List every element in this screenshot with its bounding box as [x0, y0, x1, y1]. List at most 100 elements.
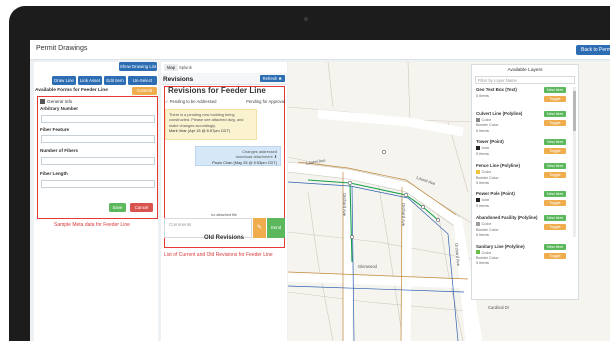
- camera-dot: [304, 17, 308, 21]
- field-label: Fiber Length: [40, 171, 68, 176]
- layer-detail-text: Color: [481, 221, 492, 227]
- layer-detail-text: Color: [481, 117, 492, 122]
- layer-icon: [476, 145, 480, 150]
- layer-detail: Color: [476, 250, 491, 255]
- parcel-line: [288, 291, 479, 313]
- layer-detail-text: 0 items: [476, 93, 489, 98]
- layer-detail: Border Color: [476, 255, 499, 260]
- scroll-thumb[interactable]: [573, 91, 576, 131]
- note-author: Mark Vear (Apr 15 @ 6:57pm CDT): [169, 128, 231, 134]
- new-item-button[interactable]: New Item: [544, 111, 566, 117]
- layer-detail: 0 items: [476, 260, 489, 265]
- available-forms-label: Available Forms for Feeder Line: [35, 88, 108, 93]
- layer-detail: 0 items: [476, 93, 489, 98]
- arbitrary-number-input[interactable]: [41, 115, 155, 123]
- new-item-button[interactable]: New Item: [544, 87, 566, 93]
- network-node: [382, 150, 386, 154]
- color-swatch-icon: [476, 169, 480, 174]
- network-node: [347, 180, 353, 186]
- road: [453, 221, 475, 341]
- attachment-label: no attached file: [211, 213, 237, 217]
- refresh-button[interactable]: Refresh ✖: [259, 75, 285, 82]
- layer-detail-text: Color: [481, 249, 492, 255]
- new-item-button[interactable]: New Item: [544, 139, 566, 146]
- toggle-button[interactable]: Toggle: [544, 252, 566, 259]
- new-item-button[interactable]: New Item: [544, 191, 566, 198]
- layer-name: Power Pole (Point): [476, 191, 515, 197]
- fiber-length-input[interactable]: [41, 180, 155, 188]
- layer-name: Culvert Line (Polyline): [476, 111, 523, 116]
- revisions-title: Revisions: [163, 76, 194, 83]
- network-node: [350, 235, 354, 239]
- network-node: [403, 192, 409, 198]
- pending-addressed-label: ✓ Pending to be Addressed: [165, 99, 217, 104]
- field-label: Number of Fibers: [40, 148, 79, 153]
- page-title: Permit Drawings: [36, 45, 88, 52]
- color-swatch-icon: [476, 117, 480, 122]
- link-asset-button[interactable]: Link Asset: [78, 76, 102, 85]
- back-button[interactable]: Back to Perm: [575, 45, 610, 55]
- fiber-feature-input[interactable]: [41, 135, 155, 143]
- layers-title: Available Layers: [507, 68, 543, 73]
- pending-addressed-text: Pending to be Addressed: [169, 99, 217, 104]
- toggle-button[interactable]: Toggle: [544, 172, 566, 179]
- revisions-panel: Map Splunk Revisions Refresh ✖ Revisions…: [161, 62, 287, 341]
- road-label: Glenwood: [358, 264, 377, 269]
- road-label: Orchard Ave: [342, 192, 348, 217]
- cancel-button[interactable]: Cancel: [130, 203, 153, 212]
- save-button[interactable]: Save: [109, 203, 126, 212]
- layers-scrollbar[interactable]: [573, 87, 576, 237]
- number-of-fibers-input[interactable]: [41, 157, 155, 165]
- layer-detail: Border Color: [476, 227, 499, 232]
- layer-detail-text: 0 items: [476, 127, 489, 133]
- toggle-button[interactable]: Toggle: [544, 120, 566, 126]
- layer-detail: 0 items: [476, 232, 489, 237]
- available-layers-panel: Available Layers Filter by Layer Name Ge…: [471, 64, 579, 300]
- note-author: Paolo Chan (May 25 @ 5:53pm CDT): [212, 159, 277, 165]
- layer-icon: [476, 197, 480, 202]
- new-item-button[interactable]: New Item: [544, 163, 566, 170]
- layer-detail: 0 items: [476, 151, 489, 156]
- layer-detail: Color: [476, 117, 491, 122]
- edit-item-button[interactable]: Edit Item: [104, 76, 126, 85]
- top-bar: Permit Drawings Back to Perm: [30, 40, 610, 60]
- layer-detail-text: Border Color: [476, 254, 499, 260]
- new-item-button[interactable]: New Item: [544, 243, 566, 250]
- layer-detail: Border Color: [476, 122, 499, 127]
- layer-detail: Icon: [476, 145, 489, 150]
- new-item-button[interactable]: New Item: [544, 215, 566, 222]
- layer-detail-text: 0 items: [476, 202, 489, 208]
- section-icon: [40, 99, 45, 104]
- layer-detail-text: 0 items: [476, 179, 489, 185]
- unselect-button[interactable]: Un-Select: [128, 76, 157, 85]
- feeder-line-form: General Info Arbitrary Number Fiber Feat…: [37, 96, 158, 219]
- layer-detail: 0 items: [476, 203, 489, 208]
- layer-name: Fence Line (Polyline): [476, 163, 520, 169]
- parcel-line: [327, 62, 334, 108]
- show-drawing-list-button[interactable]: Show Drawing List: [119, 62, 157, 71]
- layer-detail-text: Border Color: [476, 174, 499, 180]
- form-section-label: General Info: [47, 99, 73, 104]
- layer-detail-text: 0 items: [476, 150, 489, 156]
- toggle-button[interactable]: Toggle: [544, 96, 566, 102]
- parcel-line: [307, 191, 334, 341]
- layer-name: Abandoned Facility (Polyline): [476, 215, 538, 221]
- revision-note-response: Changes addressed download attachment ⬇ …: [195, 146, 281, 166]
- commit-button[interactable]: Commit: [132, 87, 157, 95]
- pending-approval-label: Pending for Approval: [246, 99, 285, 104]
- tab-map[interactable]: Map: [164, 64, 179, 71]
- layer-detail: Icon: [476, 197, 489, 202]
- tab-splunk[interactable]: Splunk: [179, 65, 192, 70]
- toggle-button[interactable]: Toggle: [544, 200, 566, 207]
- layer-detail: Color: [476, 169, 491, 174]
- toggle-button[interactable]: Toggle: [544, 224, 566, 231]
- layer-name: Geo Text Box (Text): [476, 87, 517, 92]
- toggle-button[interactable]: Toggle: [544, 148, 566, 155]
- revisions-caption: List of Current and Old Revisions for Fe…: [164, 252, 273, 258]
- road: [401, 186, 413, 341]
- refresh-label: Refresh: [262, 76, 278, 81]
- form-section: General Info: [40, 99, 72, 104]
- layer-filter-input[interactable]: Filter by Layer Name: [475, 76, 575, 84]
- draw-line-button[interactable]: Draw Line: [52, 76, 76, 85]
- layer-detail: 0 items: [476, 180, 489, 185]
